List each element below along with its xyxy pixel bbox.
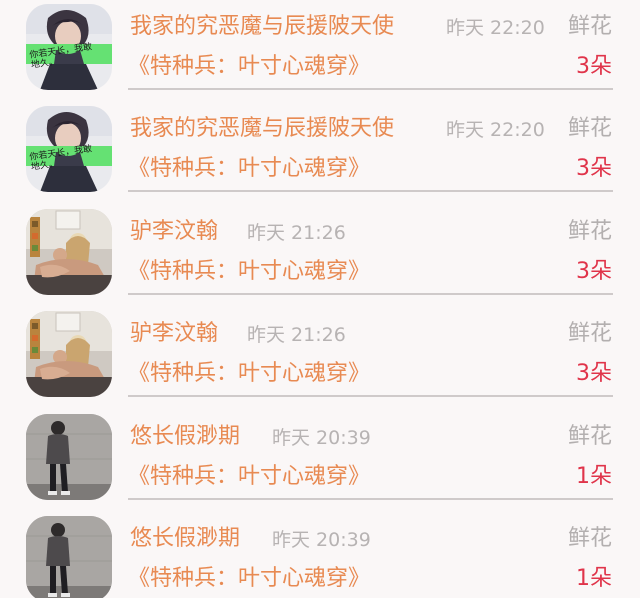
timestamp: 昨天 22:20 xyxy=(446,17,545,39)
gift-count: 3朵 xyxy=(576,259,612,284)
divider xyxy=(128,293,613,295)
sender-name[interactable]: 驴李汶翰 xyxy=(130,215,218,249)
sender-name[interactable]: 我家的究恶魔与辰援陂天使 xyxy=(130,112,394,146)
divider xyxy=(128,88,613,90)
timestamp: 昨天 21:26 xyxy=(247,324,346,346)
list-item[interactable]: 悠长假渺期 昨天 20:39 鲜花 《特种兵：叶寸心魂穿》 1朵 xyxy=(0,410,640,513)
book-title[interactable]: 《特种兵：叶寸心魂穿》 xyxy=(128,50,370,84)
gift-count: 3朵 xyxy=(576,54,612,79)
divider xyxy=(128,395,613,397)
gift-count: 3朵 xyxy=(576,156,612,181)
gift-type: 鲜花 xyxy=(567,14,612,39)
sender-name[interactable]: 我家的究恶魔与辰援陂天使 xyxy=(130,10,394,44)
avatar-room-image xyxy=(26,311,112,397)
gift-type: 鲜花 xyxy=(567,424,612,449)
sender-name[interactable]: 悠长假渺期 xyxy=(130,420,240,454)
list-item[interactable]: 你若天长，我敢地久。 我家的究恶魔与辰援陂天使 昨天 22:20 鲜花 《特种兵… xyxy=(0,0,640,103)
gift-type: 鲜花 xyxy=(567,526,612,551)
timestamp: 昨天 22:20 xyxy=(446,119,545,141)
list-item[interactable]: 驴李汶翰 昨天 21:26 鲜花 《特种兵：叶寸心魂穿》 3朵 xyxy=(0,307,640,410)
timestamp: 昨天 21:26 xyxy=(247,222,346,244)
gift-type: 鲜花 xyxy=(567,116,612,141)
timestamp: 昨天 20:39 xyxy=(272,427,371,449)
gift-count: 3朵 xyxy=(576,361,612,386)
avatar[interactable] xyxy=(26,311,112,397)
avatar[interactable]: 你若天长，我敢地久。 xyxy=(26,4,112,90)
gift-count: 1朵 xyxy=(576,464,612,489)
avatar-walker-image xyxy=(26,516,112,598)
gift-type: 鲜花 xyxy=(567,219,612,244)
list-item[interactable]: 你若天长，我敢地久。 我家的究恶魔与辰援陂天使 昨天 22:20 鲜花 《特种兵… xyxy=(0,102,640,205)
gift-count: 1朵 xyxy=(576,566,612,591)
divider xyxy=(128,498,613,500)
book-title[interactable]: 《特种兵：叶寸心魂穿》 xyxy=(128,460,370,494)
book-title[interactable]: 《特种兵：叶寸心魂穿》 xyxy=(128,152,370,186)
avatar[interactable] xyxy=(26,209,112,295)
book-title[interactable]: 《特种兵：叶寸心魂穿》 xyxy=(128,357,370,391)
list-item[interactable]: 驴李汶翰 昨天 21:26 鲜花 《特种兵：叶寸心魂穿》 3朵 xyxy=(0,205,640,308)
timestamp: 昨天 20:39 xyxy=(272,529,371,551)
list-item[interactable]: 悠长假渺期 昨天 20:39 鲜花 《特种兵：叶寸心魂穿》 1朵 xyxy=(0,512,640,598)
avatar-walker-image xyxy=(26,414,112,500)
book-title[interactable]: 《特种兵：叶寸心魂穿》 xyxy=(128,562,370,596)
sender-name[interactable]: 悠长假渺期 xyxy=(130,522,240,556)
avatar[interactable] xyxy=(26,414,112,500)
divider xyxy=(128,190,613,192)
book-title[interactable]: 《特种兵：叶寸心魂穿》 xyxy=(128,255,370,289)
sender-name[interactable]: 驴李汶翰 xyxy=(130,317,218,351)
avatar[interactable] xyxy=(26,516,112,598)
avatar-room-image xyxy=(26,209,112,295)
gift-type: 鲜花 xyxy=(567,321,612,346)
gift-record-list: 你若天长，我敢地久。 我家的究恶魔与辰援陂天使 昨天 22:20 鲜花 《特种兵… xyxy=(0,0,640,598)
avatar[interactable]: 你若天长，我敢地久。 xyxy=(26,106,112,192)
